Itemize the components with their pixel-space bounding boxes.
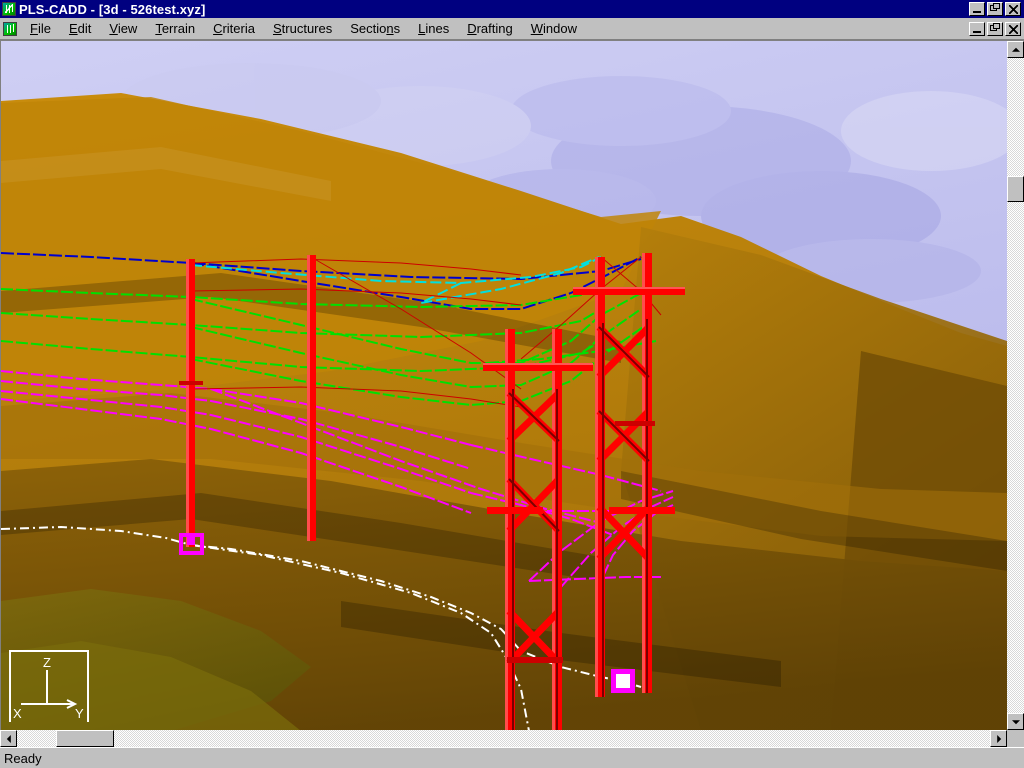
3d-scene <box>1 41 1007 730</box>
document-icon[interactable] <box>3 22 17 36</box>
menu-item-structures[interactable]: Structures <box>264 19 341 38</box>
horizontal-scrollbar[interactable] <box>0 730 1007 747</box>
menu-item-sections[interactable]: Sections <box>341 19 409 38</box>
status-bar: Ready <box>0 747 1024 768</box>
minimize-button[interactable] <box>969 2 985 16</box>
restore-button[interactable] <box>987 2 1003 16</box>
horizontal-scroll-thumb[interactable] <box>56 730 114 747</box>
title-bar: PLS-CADD - [3d - 526test.xyz] <box>0 0 1024 18</box>
mdi-restore-button[interactable] <box>987 22 1003 36</box>
axis-label-y: Y <box>75 707 84 720</box>
scroll-right-button[interactable] <box>990 730 1007 747</box>
status-message: Ready <box>4 751 42 766</box>
menu-item-file[interactable]: File <box>21 19 60 38</box>
client-area: Z X Y <box>0 40 1024 747</box>
mdi-minimize-button[interactable] <box>969 22 985 36</box>
window-title: PLS-CADD - [3d - 526test.xyz] <box>19 2 969 17</box>
axis-label-z: Z <box>43 656 51 669</box>
menu-item-criteria[interactable]: Criteria <box>204 19 264 38</box>
menu-item-terrain[interactable]: Terrain <box>146 19 204 38</box>
menu-bar: File Edit View Terrain Criteria Structur… <box>0 18 1024 40</box>
menu-item-view[interactable]: View <box>100 19 146 38</box>
viewport-row: Z X Y <box>0 40 1024 730</box>
vertical-scroll-track[interactable] <box>1007 58 1024 713</box>
scroll-down-button[interactable] <box>1007 713 1024 730</box>
structure-pole-2[interactable] <box>307 255 316 541</box>
menu-item-window[interactable]: Window <box>522 19 586 38</box>
mdi-window-controls <box>969 22 1024 36</box>
window-controls <box>969 2 1023 16</box>
mdi-close-button[interactable] <box>1005 22 1021 36</box>
axis-label-x: X <box>13 707 22 720</box>
horizontal-scroll-track[interactable] <box>17 730 990 747</box>
axis-indicator: Z X Y <box>9 650 89 722</box>
menu-item-lines[interactable]: Lines <box>409 19 458 38</box>
pls-cadd-icon <box>2 2 16 16</box>
menu-items: File Edit View Terrain Criteria Structur… <box>21 19 586 38</box>
3d-viewport[interactable]: Z X Y <box>0 40 1007 730</box>
vertical-scroll-thumb[interactable] <box>1007 176 1024 202</box>
menu-item-edit[interactable]: Edit <box>60 19 100 38</box>
scroll-up-button[interactable] <box>1007 41 1024 58</box>
horizontal-scrollbar-row <box>0 730 1024 747</box>
selection-marker-hframe-2[interactable] <box>611 669 635 693</box>
scrollbar-corner <box>1007 730 1024 747</box>
vertical-scrollbar[interactable] <box>1007 40 1024 730</box>
scroll-left-button[interactable] <box>0 730 17 747</box>
close-button[interactable] <box>1005 2 1021 16</box>
menu-item-drafting[interactable]: Drafting <box>458 19 522 38</box>
application-window: PLS-CADD - [3d - 526test.xyz] File Edit … <box>0 0 1024 768</box>
